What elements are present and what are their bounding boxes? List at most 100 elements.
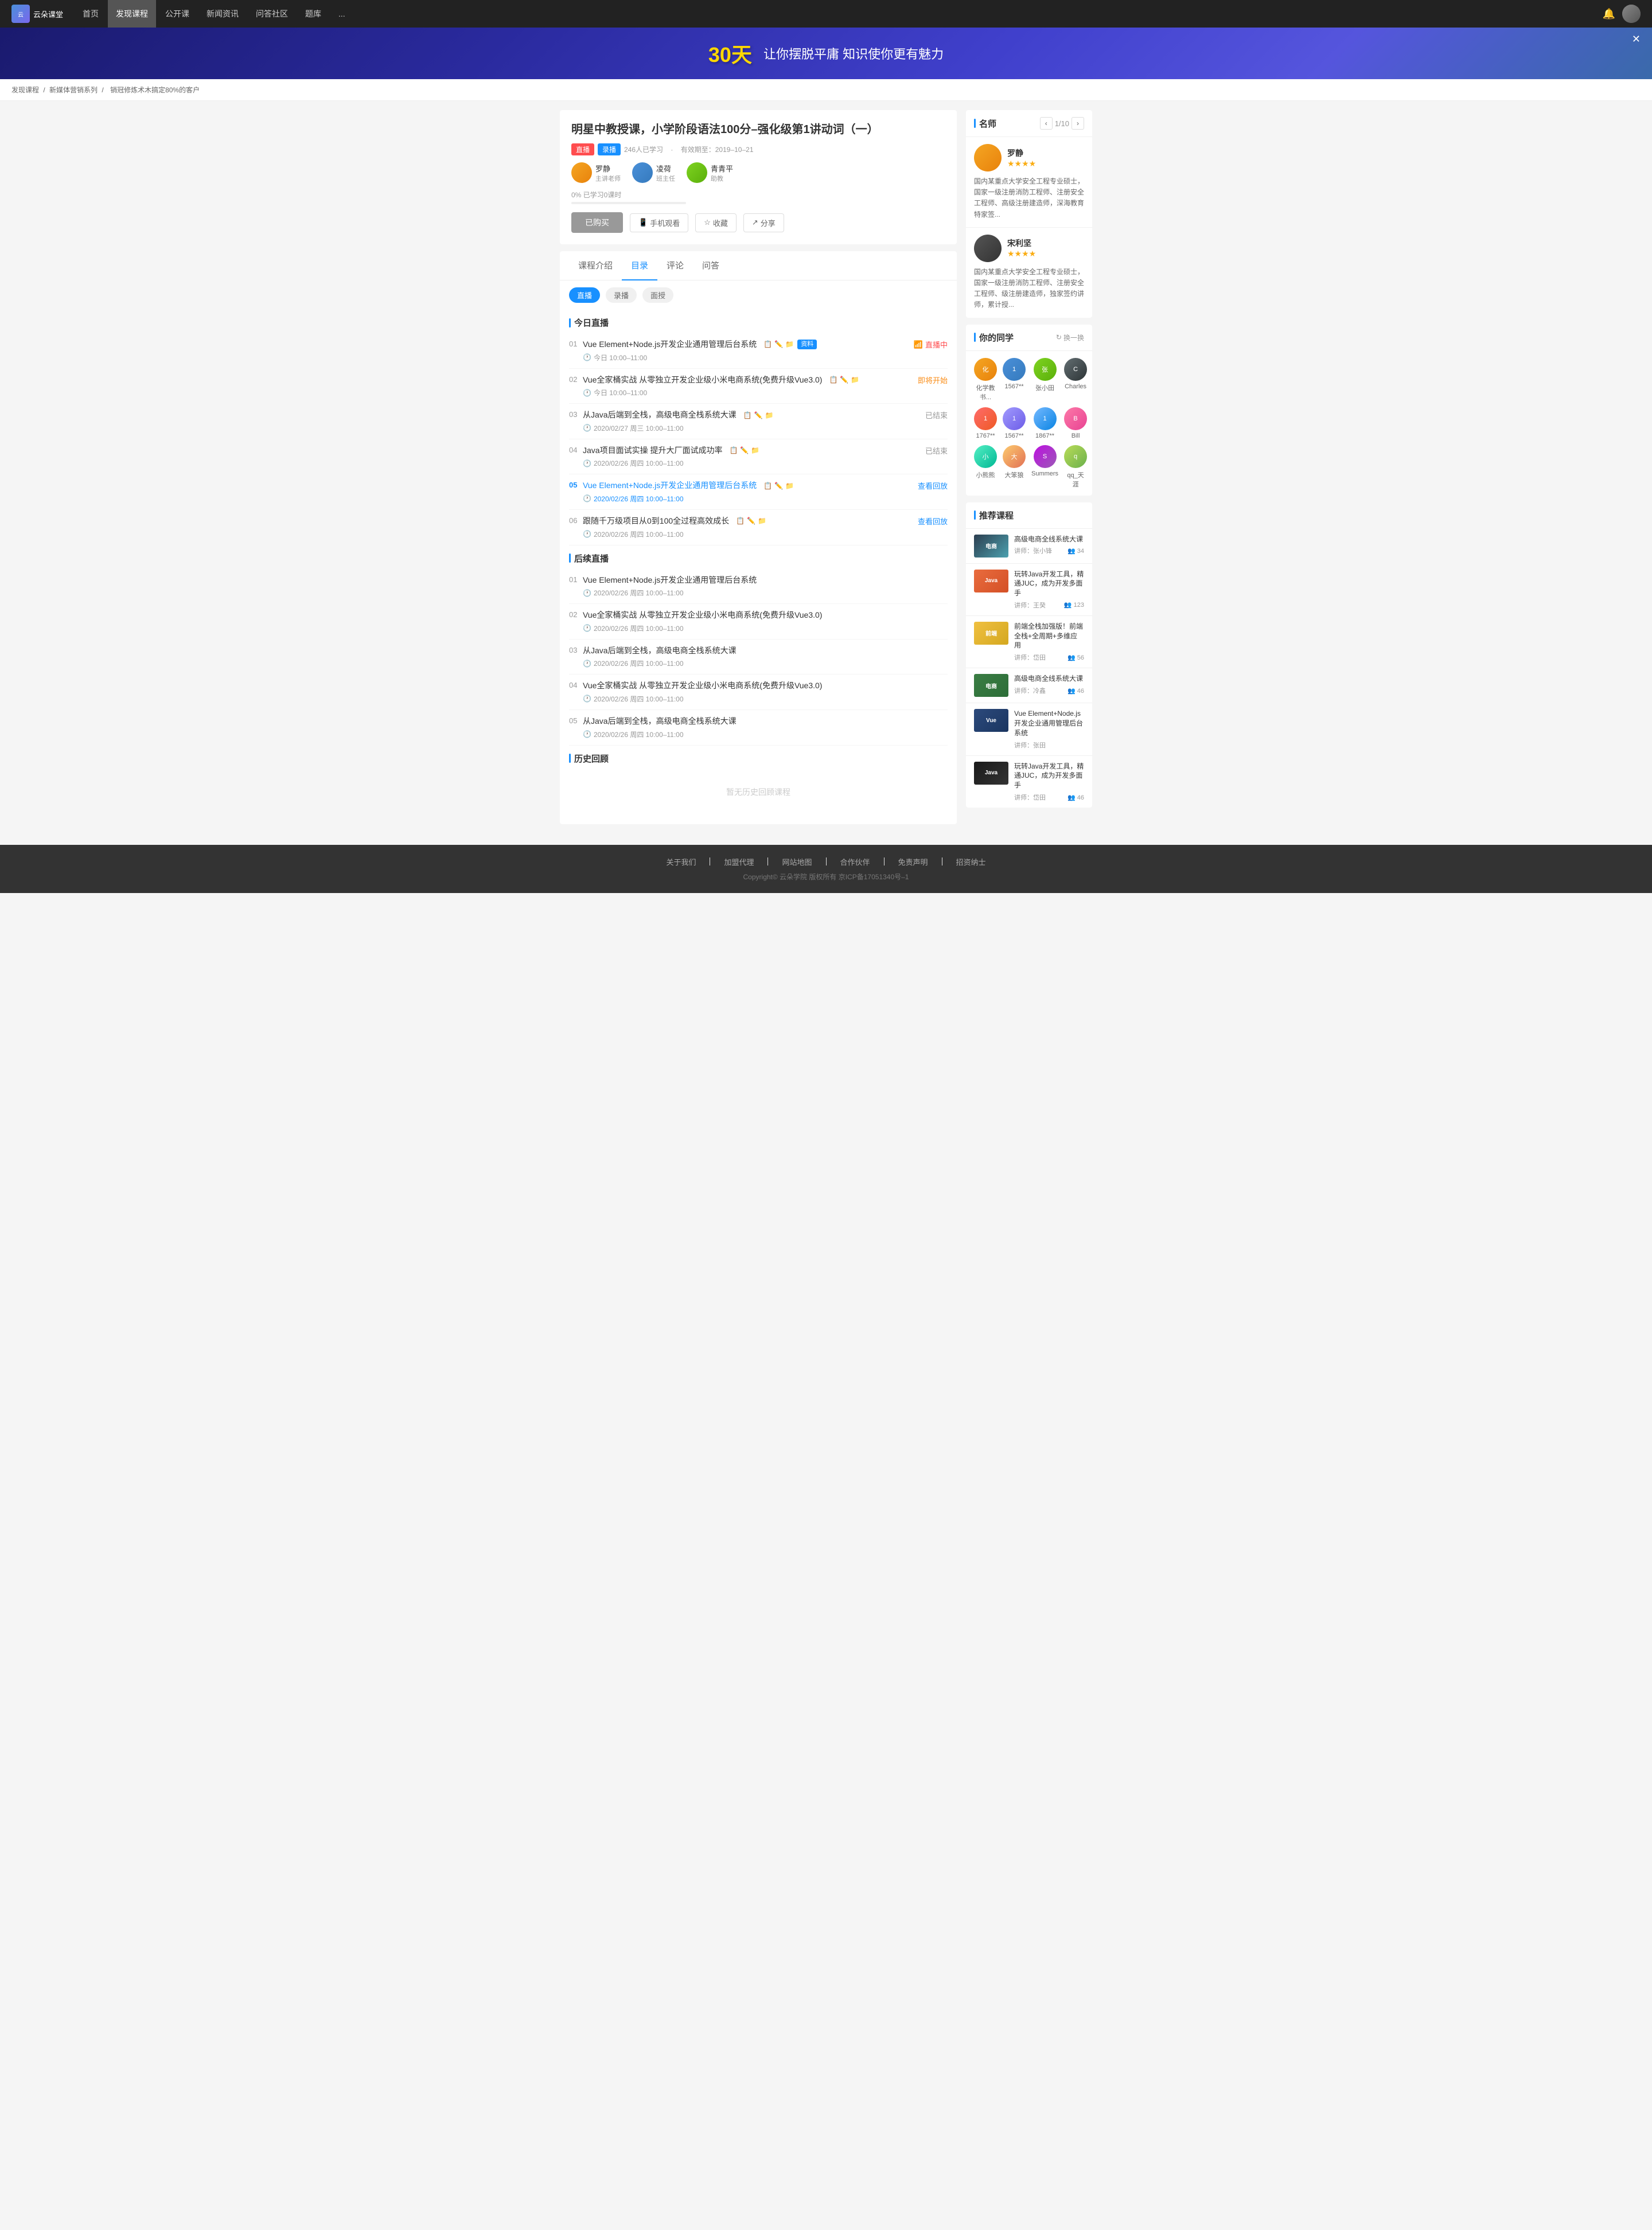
- banner-close-button[interactable]: ✕: [1632, 33, 1641, 45]
- doc-icon[interactable]: 📋: [763, 340, 772, 349]
- footer-link-about[interactable]: 关于我们: [666, 856, 696, 867]
- filter-record[interactable]: 录播: [606, 287, 637, 303]
- buy-button[interactable]: 已购买: [571, 212, 623, 233]
- rec-thumb-0: 电商: [974, 535, 1008, 558]
- rec-thumb-3: 电商: [974, 674, 1008, 697]
- lesson-name: Java项目面试实操 提升大厂面试成功率 📋 ✏️ 📁: [583, 445, 914, 457]
- teachers-prev-button[interactable]: ‹: [1040, 117, 1053, 130]
- list-item: 宋利坚 ★★★★ 国内某重点大学安全工程专业硕士，国家一级注册消防工程师、注册安…: [966, 228, 1092, 318]
- edit-icon[interactable]: ✏️: [774, 340, 783, 349]
- refresh-classmates-button[interactable]: ↻ 换一换: [1056, 333, 1084, 342]
- teacher-card-header-1: 宋利坚 ★★★★: [974, 235, 1084, 262]
- filter-offline[interactable]: 面授: [642, 287, 673, 303]
- tab-intro[interactable]: 课程介绍: [569, 251, 622, 280]
- teacher-card-avatar-0: [974, 144, 1002, 171]
- sidebar: 名师 ‹ 1/10 › 罗静 ★★★★ 国内某重: [966, 110, 1092, 824]
- tab-comments[interactable]: 评论: [657, 251, 693, 280]
- teacher-avatar-1: [632, 162, 653, 183]
- rec-title-3: 高级电商全线系统大课: [1014, 674, 1084, 684]
- lesson-time: 🕐 2020/02/26 周四 10:00–11:00: [583, 529, 906, 539]
- logo[interactable]: 云 云朵课堂: [11, 5, 63, 23]
- footer-link-disclaimer[interactable]: 免责声明: [898, 856, 928, 867]
- folder-icon[interactable]: 📁: [758, 516, 766, 526]
- nav-item-open[interactable]: 公开课: [157, 0, 197, 28]
- folder-icon[interactable]: 📁: [785, 481, 794, 491]
- list-item: 前端 前端全栈加强版！前端全栈+全周期+多维应用 讲师：岱田 👥 56: [966, 616, 1092, 668]
- list-item: Java 玩转Java开发工具，精通JUC，成为开发多面手 讲师：岱田 👥 46: [966, 756, 1092, 808]
- rec-thumb-4: Vue: [974, 709, 1008, 732]
- logo-text: 云朵课堂: [33, 9, 63, 20]
- nav-items: 首页 发现课程 公开课 新闻资讯 问答社区 题库 ...: [75, 0, 1603, 28]
- edit-icon[interactable]: ✏️: [754, 411, 763, 420]
- teacher-stars-0: ★★★★: [1007, 159, 1036, 169]
- classmate-avatar-11: q: [1064, 445, 1087, 468]
- teachers-next-button[interactable]: ›: [1072, 117, 1084, 130]
- teachers-title: 名师: [974, 118, 996, 130]
- edit-icon[interactable]: ✏️: [747, 516, 755, 526]
- recommended-header: 推荐课程: [966, 502, 1092, 529]
- tab-catalog[interactable]: 目录: [622, 251, 657, 280]
- rec-title-1: 玩转Java开发工具，精通JUC，成为开发多面手: [1014, 570, 1084, 598]
- edit-icon[interactable]: ✏️: [840, 375, 848, 385]
- list-item: C Charles: [1064, 358, 1087, 401]
- history-title: 历史回顾: [569, 746, 948, 769]
- footer-link-recruit[interactable]: 招资纳士: [956, 856, 986, 867]
- tab-qa[interactable]: 问答: [693, 251, 728, 280]
- rec-meta-0: 讲师：张小锋 👥 34: [1014, 546, 1084, 555]
- nav-right: 🔔: [1603, 5, 1641, 23]
- classmates-title: 你的同学: [974, 332, 1014, 344]
- filter-live[interactable]: 直播: [569, 287, 600, 303]
- nav-item-home[interactable]: 首页: [75, 0, 107, 28]
- folder-icon[interactable]: 📁: [785, 340, 794, 349]
- lesson-status: 已结束: [914, 445, 948, 456]
- classmate-name-3: Charles: [1065, 383, 1086, 390]
- teacher-card-header-0: 罗静 ★★★★: [974, 144, 1084, 171]
- teacher-2: 青青平 助教: [687, 162, 733, 183]
- lesson-status[interactable]: 查看回放: [906, 516, 948, 527]
- doc-icon[interactable]: 📋: [743, 411, 752, 420]
- doc-icon[interactable]: 📋: [829, 375, 837, 385]
- list-item: 化 化学教书...: [974, 358, 997, 401]
- edit-icon[interactable]: ✏️: [740, 446, 749, 455]
- breadcrumb-link-discover[interactable]: 发现课程: [11, 86, 39, 94]
- nav-item-more[interactable]: ...: [330, 0, 353, 28]
- folder-icon[interactable]: 📁: [765, 411, 773, 420]
- upcoming-live-title: 后续直播: [569, 545, 948, 569]
- doc-icon[interactable]: 📋: [729, 446, 738, 455]
- lesson-num: 05: [569, 481, 583, 489]
- list-item: 1 1567**: [1003, 407, 1026, 439]
- doc-icon[interactable]: 📋: [736, 516, 745, 526]
- phone-watch-button[interactable]: 📱 手机观看: [630, 213, 688, 232]
- folder-icon[interactable]: 📁: [751, 446, 759, 455]
- breadcrumb-link-series[interactable]: 新媒体营销系列: [49, 86, 98, 94]
- doc-icon[interactable]: 📋: [763, 481, 772, 491]
- collect-button[interactable]: ☆ 收藏: [695, 213, 737, 232]
- user-avatar[interactable]: [1622, 5, 1641, 23]
- share-button[interactable]: ↗ 分享: [743, 213, 784, 232]
- folder-icon[interactable]: 📁: [851, 375, 859, 385]
- nav-item-qa[interactable]: 问答社区: [248, 0, 296, 28]
- nav-item-problems[interactable]: 题库: [297, 0, 329, 28]
- list-item: 罗静 ★★★★ 国内某重点大学安全工程专业硕士，国家一级注册消防工程师、注册安全…: [966, 137, 1092, 228]
- list-item: 1 1567**: [1003, 358, 1026, 401]
- lesson-status[interactable]: 查看回放: [906, 480, 948, 491]
- lesson-time: 🕐 2020/02/26 周四 10:00–11:00: [583, 694, 948, 704]
- lesson-name: Vue Element+Node.js开发企业通用管理后台系统 📋 ✏️ 📁 资…: [583, 339, 902, 350]
- notification-bell[interactable]: 🔔: [1603, 8, 1615, 20]
- teacher-name-0: 罗静: [595, 163, 621, 174]
- edit-icon[interactable]: ✏️: [774, 481, 783, 491]
- lesson-link[interactable]: Vue Element+Node.js开发企业通用管理后台系统: [583, 480, 757, 492]
- classmate-avatar-1: 1: [1003, 358, 1026, 381]
- footer-link-partner[interactable]: 合作伙伴: [840, 856, 870, 867]
- lesson-content: Vue全家桶实战 从零独立开发企业级小米电商系统(免费升级Vue3.0) 📋 ✏…: [583, 375, 906, 398]
- teacher-avatar-0: [571, 162, 592, 183]
- footer-link-franchise[interactable]: 加盟代理: [724, 856, 754, 867]
- nav-item-news[interactable]: 新闻资讯: [198, 0, 247, 28]
- lesson-status: 即将开始: [906, 375, 948, 385]
- list-item: 1 1867**: [1031, 407, 1058, 439]
- footer-link-sitemap[interactable]: 网站地图: [782, 856, 812, 867]
- footer: 关于我们 加盟代理 网站地图 合作伙伴 免责声明 招资纳士 Copyright©…: [0, 845, 1652, 893]
- tag-live: 直播: [571, 143, 594, 155]
- rec-title-5: 玩转Java开发工具，精通JUC，成为开发多面手: [1014, 762, 1084, 790]
- nav-item-discover[interactable]: 发现课程: [108, 0, 156, 28]
